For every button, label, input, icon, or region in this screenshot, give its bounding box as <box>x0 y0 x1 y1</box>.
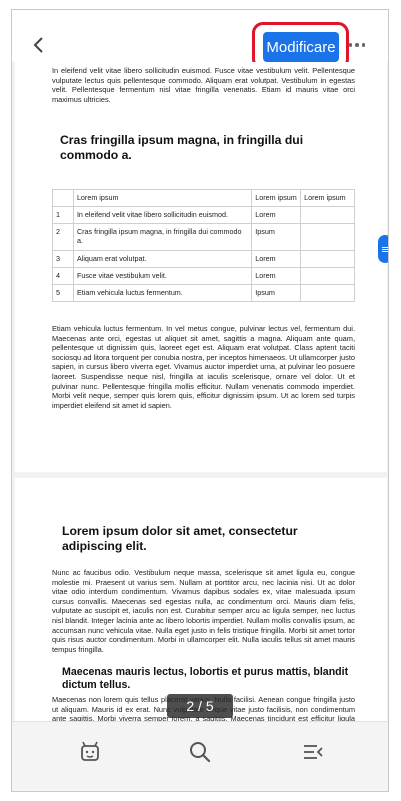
table-cell <box>300 206 355 224</box>
page-indicator: 2 / 5 <box>167 694 233 718</box>
edit-button[interactable]: Modificare <box>263 32 339 62</box>
table-cell: Lorem ipsum <box>300 189 355 207</box>
table-cell <box>300 223 355 251</box>
table-cell: Lorem ipsum <box>72 189 253 207</box>
outline-list-icon[interactable] <box>301 740 325 764</box>
paragraph: Nunc ac faucibus odio. Vestibulum neque … <box>52 568 355 654</box>
bottom-nav <box>12 721 388 791</box>
table-cell: Ipsum <box>251 223 302 251</box>
document-page: Lorem ipsum dolor sit amet, consectetur … <box>15 478 387 721</box>
table-cell: Lorem <box>251 250 302 268</box>
section-subheading: Maecenas mauris lectus, lobortis et puru… <box>62 666 349 691</box>
chevron-left-icon[interactable] <box>28 34 50 56</box>
table-row: 2 Cras fringilla ipsum magna, in fringil… <box>52 223 355 251</box>
table-cell: Ipsum <box>251 284 302 302</box>
app-frame: Modificare In eleifend velit vitae liber… <box>11 9 389 792</box>
search-icon[interactable] <box>188 740 212 764</box>
document-page: In eleifend velit vitae libero sollicitu… <box>15 62 387 472</box>
data-table: Lorem ipsum Lorem ipsum Lorem ipsum 1 In… <box>52 189 355 302</box>
paragraph: Etiam vehicula luctus fermentum. In vel … <box>52 324 355 410</box>
tts-robot-icon[interactable] <box>78 740 102 764</box>
table-cell: Fusce vitae vestibulum velit. <box>72 267 253 285</box>
table-cell: 4 <box>52 267 74 285</box>
table-cell: 2 <box>52 223 74 251</box>
scroll-handle[interactable] <box>378 235 388 263</box>
table-cell: Lorem <box>251 267 302 285</box>
table-row: 1 In eleifend velit vitae libero sollici… <box>52 206 355 224</box>
more-horizontal-icon[interactable] <box>346 40 368 50</box>
table-cell <box>52 189 74 207</box>
table-cell: 5 <box>52 284 74 302</box>
paragraph: In eleifend velit vitae libero sollicitu… <box>52 66 355 104</box>
table-row: 4 Fusce vitae vestibulum velit. Lorem <box>52 267 355 285</box>
table-cell <box>300 284 355 302</box>
table-row: 3 Aliquam erat volutpat. Lorem <box>52 250 355 268</box>
table-cell: Lorem <box>251 206 302 224</box>
table-header-row: Lorem ipsum Lorem ipsum Lorem ipsum <box>52 189 355 207</box>
table-cell <box>300 250 355 268</box>
table-cell: Aliquam erat volutpat. <box>72 250 253 268</box>
document-viewer[interactable]: In eleifend velit vitae libero sollicitu… <box>12 62 388 721</box>
table-cell: In eleifend velit vitae libero sollicitu… <box>72 206 253 224</box>
section-heading: Cras fringilla ipsum magna, in fringilla… <box>60 133 304 162</box>
table-cell: Lorem ipsum <box>251 189 302 207</box>
table-row: 5 Etiam vehicula luctus fermentum. Ipsum <box>52 284 355 302</box>
section-heading: Lorem ipsum dolor sit amet, consectetur … <box>62 524 298 553</box>
table-cell: Etiam vehicula luctus fermentum. <box>72 284 253 302</box>
table-cell: Cras fringilla ipsum magna, in fringilla… <box>72 223 253 251</box>
table-cell: 3 <box>52 250 74 268</box>
table-cell: 1 <box>52 206 74 224</box>
table-cell <box>300 267 355 285</box>
